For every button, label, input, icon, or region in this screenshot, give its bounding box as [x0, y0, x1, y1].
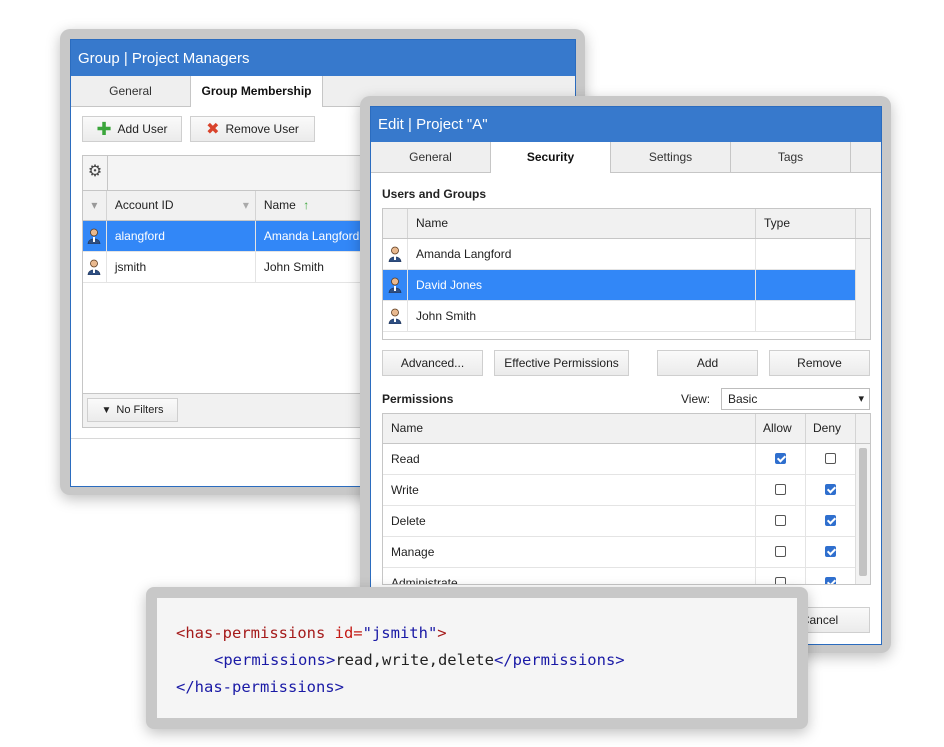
- scrollbar-thumb[interactable]: [859, 448, 867, 576]
- deny-checkbox[interactable]: [825, 484, 836, 495]
- users-grid: Name Type Amanda Langford David Jones Jo…: [382, 208, 871, 340]
- table-row: Manage: [383, 537, 856, 568]
- user-icon: [388, 246, 402, 262]
- table-row[interactable]: alangford Amanda Langford: [83, 221, 381, 252]
- allow-cell: [756, 444, 806, 474]
- members-grid: ⚙ ▾ Account ID ▾ Name ↑ alangford Amanda…: [82, 155, 382, 428]
- user-name-cell: David Jones: [408, 270, 756, 300]
- permissions-grid: Name Allow Deny Read Write Delete Manage Adm…: [382, 413, 871, 585]
- deny-cell: [806, 475, 856, 505]
- deny-cell: [806, 568, 856, 584]
- no-filters-button[interactable]: ▼ No Filters: [87, 398, 178, 422]
- deny-cell: [806, 444, 856, 474]
- header-name[interactable]: Name: [408, 209, 756, 238]
- group-window-title: Group | Project Managers: [71, 40, 575, 76]
- effective-permissions-button[interactable]: Effective Permissions: [494, 350, 629, 376]
- users-groups-label: Users and Groups: [382, 187, 487, 201]
- column-menu-icon[interactable]: ▾: [243, 191, 249, 220]
- users-scrollbar[interactable]: [855, 239, 870, 339]
- x-icon: ✖: [206, 121, 220, 138]
- add-button[interactable]: Add: [657, 350, 758, 376]
- user-icon: [388, 308, 402, 324]
- deny-checkbox[interactable]: [825, 515, 836, 526]
- code-snippet: <has-permissions id="jsmith"> <permissio…: [157, 598, 797, 718]
- plus-icon: ✚: [96, 119, 112, 139]
- users-header: Name Type: [383, 209, 870, 239]
- user-icon: [88, 259, 101, 275]
- user-type-cell: [756, 239, 856, 269]
- grid-footer: ▼ No Filters: [83, 393, 381, 427]
- user-name-cell: John Smith: [408, 301, 756, 331]
- allow-cell: [756, 475, 806, 505]
- table-row: Read: [383, 444, 856, 475]
- allow-checkbox[interactable]: [775, 484, 786, 495]
- tab-group-membership[interactable]: Group Membership: [191, 76, 323, 107]
- permissions-label: Permissions: [382, 392, 454, 406]
- user-type-cell: [756, 301, 856, 331]
- sort-ascending-icon: ↑: [303, 198, 310, 212]
- permission-name-cell: Read: [383, 444, 756, 474]
- table-row[interactable]: jsmith John Smith: [83, 252, 381, 283]
- code-line-2: <permissions>read,write,delete</permissi…: [214, 651, 625, 669]
- user-icon: [88, 228, 101, 244]
- edit-window: Edit | Project "A" General Security Sett…: [370, 106, 882, 645]
- chevron-down-icon: ▾: [858, 393, 864, 405]
- grid-toolbar: ⚙: [83, 156, 381, 191]
- view-select[interactable]: Basic ▾: [721, 388, 870, 410]
- header-type[interactable]: Type: [756, 209, 856, 238]
- deny-checkbox[interactable]: [825, 546, 836, 557]
- allow-checkbox[interactable]: [775, 453, 786, 464]
- tab-tags[interactable]: Tags: [731, 142, 851, 172]
- list-item[interactable]: John Smith: [383, 301, 856, 332]
- advanced-button[interactable]: Advanced...: [382, 350, 483, 376]
- account-id-cell: jsmith: [107, 252, 256, 282]
- allow-cell: [756, 568, 806, 584]
- permission-name-cell: Write: [383, 475, 756, 505]
- allow-checkbox[interactable]: [775, 546, 786, 557]
- list-item[interactable]: David Jones: [383, 270, 856, 301]
- permission-name-cell: Manage: [383, 537, 756, 567]
- user-icon: [388, 277, 402, 293]
- members-header: ▾ Account ID ▾ Name ↑: [83, 191, 381, 221]
- tab-general[interactable]: General: [71, 76, 191, 106]
- permissions-scrollbar[interactable]: [855, 444, 870, 584]
- permissions-rows: Read Write Delete Manage Administrate: [383, 444, 870, 584]
- account-id-cell: alangford: [107, 221, 256, 251]
- permission-name-cell: Administrate: [383, 568, 756, 584]
- header-allow[interactable]: Allow: [756, 414, 806, 443]
- header-name[interactable]: Name: [383, 414, 756, 443]
- deny-checkbox[interactable]: [825, 453, 836, 464]
- permissions-header: Name Allow Deny: [383, 414, 870, 444]
- user-type-cell: [756, 270, 856, 300]
- deny-cell: [806, 537, 856, 567]
- tab-general[interactable]: General: [371, 142, 491, 172]
- list-item[interactable]: Amanda Langford: [383, 239, 856, 270]
- table-row: Delete: [383, 506, 856, 537]
- table-row: Administrate: [383, 568, 856, 584]
- header-icon-col: ▾: [83, 191, 107, 220]
- edit-tabs: General Security Settings Tags: [371, 142, 881, 173]
- allow-checkbox[interactable]: [775, 515, 786, 526]
- deny-cell: [806, 506, 856, 536]
- code-line-3: </has-permissions>: [176, 678, 344, 696]
- allow-cell: [756, 537, 806, 567]
- remove-button[interactable]: Remove: [769, 350, 870, 376]
- table-row: Write: [383, 475, 856, 506]
- permission-name-cell: Delete: [383, 506, 756, 536]
- deny-checkbox[interactable]: [825, 577, 836, 584]
- add-user-button[interactable]: ✚ Add User: [82, 116, 182, 142]
- filter-icon: ▼: [101, 404, 112, 416]
- user-name-cell: Amanda Langford: [408, 239, 756, 269]
- allow-checkbox[interactable]: [775, 577, 786, 584]
- remove-user-button[interactable]: ✖ Remove User: [190, 116, 315, 142]
- gear-icon[interactable]: ⚙: [83, 156, 108, 190]
- allow-cell: [756, 506, 806, 536]
- view-label: View:: [681, 392, 711, 406]
- header-account-id[interactable]: Account ID ▾: [107, 191, 256, 220]
- tab-security[interactable]: Security: [491, 142, 611, 173]
- tab-settings[interactable]: Settings: [611, 142, 731, 172]
- header-deny[interactable]: Deny: [806, 414, 856, 443]
- code-line-1: <has-permissions id="jsmith">: [176, 624, 447, 642]
- edit-window-title: Edit | Project "A": [371, 107, 881, 142]
